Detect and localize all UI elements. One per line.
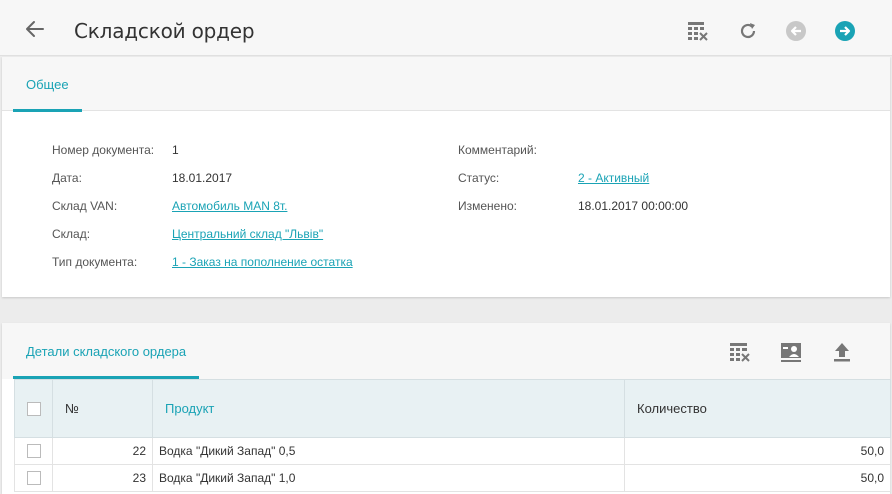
details-card: Детали складского ордера № Продукт Колич… — [2, 323, 891, 494]
select-all-cell — [14, 379, 53, 438]
tab-general[interactable]: Общее — [13, 57, 82, 112]
document-number-value: 1 — [172, 143, 179, 157]
modified-label: Изменено: — [458, 199, 517, 213]
details-grid: № Продукт Количество 22 Водка "Дикий Зап… — [14, 379, 891, 492]
modified-value: 18.01.2017 00:00:00 — [578, 199, 689, 213]
row-product: Водка "Дикий Запад" 0,5 — [152, 437, 625, 465]
row-product: Водка "Дикий Запад" 1,0 — [152, 464, 625, 492]
tab-details[interactable]: Детали складского ордера — [13, 323, 200, 379]
page-header: Складской ордер — [0, 0, 892, 56]
tab-details-label: Детали складского ордера — [26, 344, 187, 359]
warehouse-link[interactable]: Центральний склад "Львів" — [172, 227, 323, 241]
date-value: 18.01.2017 — [172, 171, 233, 185]
status-link[interactable]: 2 - Активный — [578, 171, 649, 185]
user-card-icon[interactable] — [779, 340, 803, 364]
previous-record-icon[interactable] — [785, 20, 807, 42]
row-checkbox[interactable] — [26, 444, 41, 459]
page-title: Складской ордер — [74, 19, 255, 43]
active-tab-indicator — [13, 109, 82, 112]
document-number-label: Номер документа: — [52, 143, 155, 157]
select-all-checkbox[interactable] — [26, 402, 41, 417]
row-number: 22 — [52, 437, 153, 465]
details-tab-bar: Детали складского ордера — [2, 323, 890, 379]
van-warehouse-link[interactable]: Автомобиль MAN 8т. — [172, 199, 287, 213]
back-arrow-icon[interactable] — [24, 18, 46, 40]
upload-icon[interactable] — [830, 340, 854, 364]
next-record-icon[interactable] — [834, 20, 856, 42]
tab-general-label: Общее — [26, 77, 69, 92]
tab-bar: Общее — [2, 57, 890, 112]
row-select-cell — [14, 437, 53, 465]
table-row[interactable]: 22 Водка "Дикий Запад" 0,5 50,0 — [14, 437, 891, 465]
row-number: 23 — [52, 464, 153, 492]
row-quantity: 50,0 — [624, 464, 891, 492]
column-header-quantity[interactable]: Количество — [624, 379, 891, 438]
grid-settings-icon[interactable] — [687, 20, 709, 42]
refresh-icon[interactable] — [737, 20, 759, 42]
date-label: Дата: — [52, 171, 82, 185]
comment-label: Комментарий: — [458, 143, 537, 157]
document-type-link[interactable]: 1 - Заказ на пополнение остатка — [172, 255, 353, 269]
table-row[interactable]: 23 Водка "Дикий Запад" 1,0 50,0 — [14, 464, 891, 492]
general-card: Общее Номер документа: 1 Дата: 18.01.201… — [2, 57, 890, 297]
column-header-product[interactable]: Продукт — [152, 379, 625, 438]
warehouse-label: Склад: — [52, 227, 91, 241]
column-header-number[interactable]: № — [52, 379, 153, 438]
status-label: Статус: — [458, 171, 500, 185]
grid-settings-icon[interactable] — [728, 340, 752, 364]
row-select-cell — [14, 464, 53, 492]
grid-header-row: № Продукт Количество — [14, 379, 891, 438]
document-type-label: Тип документа: — [52, 255, 138, 269]
van-warehouse-label: Склад VAN: — [52, 199, 118, 213]
row-checkbox[interactable] — [26, 471, 41, 486]
row-quantity: 50,0 — [624, 437, 891, 465]
